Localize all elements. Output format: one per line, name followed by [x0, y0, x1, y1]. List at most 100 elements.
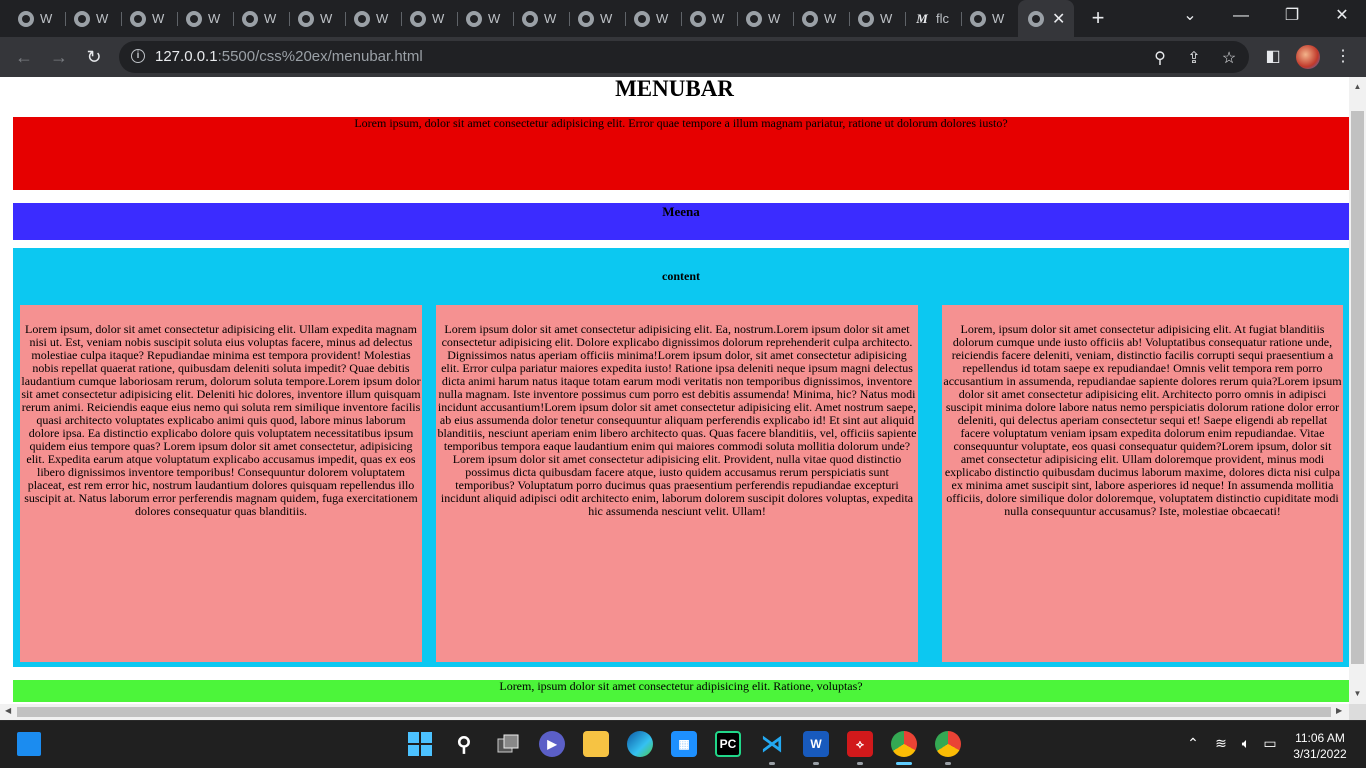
volume-icon[interactable]: 🔈︎ [1236, 735, 1256, 752]
tab-title: W [152, 11, 165, 26]
horizontal-scrollbar[interactable]: ◀ ▶ [0, 704, 1349, 720]
new-tab-button[interactable]: + [1086, 6, 1110, 30]
tab-search-icon[interactable]: ⌄ [1170, 4, 1210, 28]
browser-tab[interactable]: W [10, 6, 66, 31]
browser-tab[interactable]: W [682, 6, 738, 31]
url-host: 127.0.0.1 [155, 48, 218, 65]
browser-tab[interactable]: W [794, 6, 850, 31]
file-explorer-icon[interactable] [583, 731, 609, 757]
globe-icon [578, 10, 594, 27]
globe-icon [858, 10, 874, 27]
wifi-icon[interactable]: ≋ [1211, 735, 1231, 752]
header-section: Lorem ipsum, dolor sit amet consectetur … [13, 117, 1349, 190]
running-indicator [813, 762, 819, 765]
m-logo-icon: M [914, 10, 930, 27]
browser-tab[interactable]: W [178, 6, 234, 31]
vertical-scroll-thumb[interactable] [1351, 111, 1364, 664]
restore-icon[interactable]: ❐ [1272, 4, 1312, 28]
page-viewport: MENUBAR Lorem ipsum, dolor sit amet cons… [0, 77, 1349, 704]
tab-title: W [376, 11, 389, 26]
search-icon[interactable]: ⚲ [451, 731, 477, 757]
nav-section: Meena [13, 203, 1349, 240]
edge-icon[interactable] [627, 731, 653, 757]
forward-icon[interactable]: → [47, 45, 71, 69]
browser-tab[interactable]: W [514, 6, 570, 31]
globe-icon [242, 10, 258, 27]
footer-section: Lorem, ipsum dolor sit amet consectetur … [13, 680, 1349, 702]
content-column: Lorem ipsum dolor sit amet consectetur a… [436, 305, 918, 662]
zoom-icon[interactable]: ⚲ [1150, 48, 1170, 68]
tab-title: W [264, 11, 277, 26]
vscode-icon[interactable]: ⋊ [759, 731, 785, 757]
side-panel-icon[interactable]: ◧ [1262, 46, 1284, 66]
tab-title: W [880, 11, 893, 26]
address-bar[interactable]: i 127.0.0.1:5500/css%20ex/menubar.html ⚲… [119, 41, 1249, 73]
url-path: :5500/css%20ex/menubar.html [217, 48, 423, 65]
scroll-left-icon[interactable]: ◀ [5, 706, 11, 715]
globe-icon [466, 10, 482, 27]
store-icon[interactable]: ▦ [671, 731, 697, 757]
widgets-icon[interactable] [17, 732, 41, 756]
browser-tab[interactable]: Mflc [906, 6, 962, 31]
minimize-icon[interactable]: — [1221, 4, 1261, 28]
tab-title: W [992, 11, 1005, 26]
scroll-down-icon[interactable]: ▼ [1349, 689, 1366, 698]
menu-kebab-icon[interactable]: ⋮ [1332, 46, 1354, 66]
browser-tab[interactable]: W [402, 6, 458, 31]
globe-icon [18, 10, 34, 27]
reload-icon[interactable]: ↻ [82, 45, 106, 69]
start-icon[interactable] [407, 731, 433, 757]
profile-avatar[interactable] [1296, 45, 1320, 69]
browser-tab[interactable]: W [234, 6, 290, 31]
browser-tab[interactable]: W [570, 6, 626, 31]
page-title: MENUBAR [615, 77, 734, 101]
bookmark-star-icon[interactable]: ☆ [1219, 48, 1239, 68]
tray-overflow-icon[interactable]: ⌃ [1183, 735, 1203, 752]
clock-date: 3/31/2022 [1293, 747, 1347, 761]
globe-icon [634, 10, 650, 27]
browser-tab[interactable]: W [346, 6, 402, 31]
globe-icon [74, 10, 90, 27]
system-clock[interactable]: 11:06 AM 3/31/2022 [1286, 730, 1354, 762]
content-column: Lorem, ipsum dolor sit amet consectetur … [942, 305, 1343, 662]
globe-icon [746, 10, 762, 27]
chrome-icon[interactable] [891, 731, 917, 757]
globe-icon [1028, 10, 1044, 27]
scroll-right-icon[interactable]: ▶ [1336, 706, 1342, 715]
site-info-icon[interactable]: i [131, 49, 145, 63]
running-indicator [945, 762, 951, 765]
browser-tab[interactable]: W [962, 6, 1018, 31]
browser-tab-active[interactable]: ✕ [1018, 0, 1074, 37]
browser-tab[interactable]: W [122, 6, 178, 31]
footer-text: Lorem, ipsum dolor sit amet consectetur … [499, 679, 863, 693]
chat-icon[interactable]: ▶ [539, 731, 565, 757]
battery-icon[interactable]: ▭ [1260, 735, 1280, 752]
globe-icon [970, 10, 986, 27]
horizontal-scroll-thumb[interactable] [17, 707, 1331, 717]
acrobat-icon[interactable]: ⟡ [847, 731, 873, 757]
close-tab-icon[interactable]: ✕ [1052, 9, 1065, 29]
back-icon[interactable]: ← [12, 45, 36, 69]
scroll-up-icon[interactable]: ▲ [1349, 82, 1366, 91]
vertical-scrollbar[interactable]: ▲ ▼ [1349, 77, 1366, 704]
tab-title: W [488, 11, 501, 26]
globe-icon [410, 10, 426, 27]
share-icon[interactable]: ⇪ [1184, 48, 1204, 68]
word-icon[interactable]: W [803, 731, 829, 757]
globe-icon [298, 10, 314, 27]
task-view-icon[interactable] [495, 731, 521, 757]
tab-title: W [544, 11, 557, 26]
url-text[interactable]: 127.0.0.1:5500/css%20ex/menubar.html [155, 48, 423, 65]
browser-tab[interactable]: W [738, 6, 794, 31]
pycharm-icon[interactable]: PC [715, 731, 741, 757]
browser-tab[interactable]: W [626, 6, 682, 31]
browser-tab[interactable]: W [850, 6, 906, 31]
browser-tab[interactable]: W [66, 6, 122, 31]
browser-tab[interactable]: W [290, 6, 346, 31]
browser-tab[interactable]: W [458, 6, 514, 31]
running-indicator-active [896, 762, 912, 765]
chrome-profile-icon[interactable] [935, 731, 961, 757]
close-window-icon[interactable]: ✕ [1322, 4, 1362, 28]
tab-title: W [656, 11, 669, 26]
tab-strip: W W W W W W W W W W W W W W W W Mflc W ✕… [0, 0, 1366, 37]
